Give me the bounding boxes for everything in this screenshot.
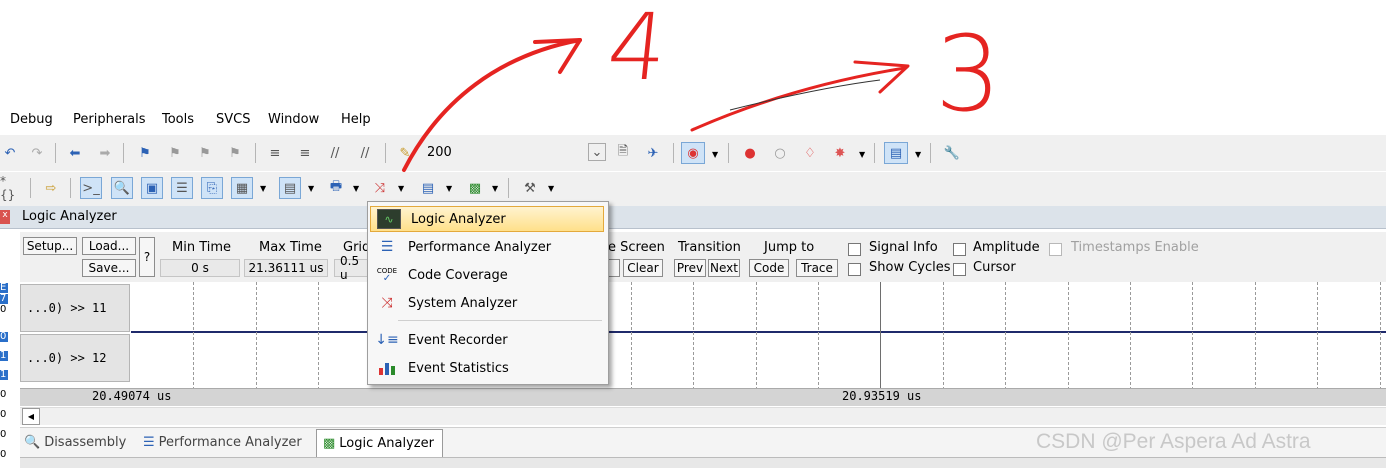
watermark: CSDN @Per Aspera Ad Astra xyxy=(1036,430,1311,453)
arrow-to-3 xyxy=(690,66,907,132)
annotation-number-3: 3 xyxy=(935,13,1002,135)
red-annotation-overlay xyxy=(402,38,910,172)
annotation-number-4: 4 xyxy=(602,0,673,101)
arrow-to-4 xyxy=(402,38,582,172)
